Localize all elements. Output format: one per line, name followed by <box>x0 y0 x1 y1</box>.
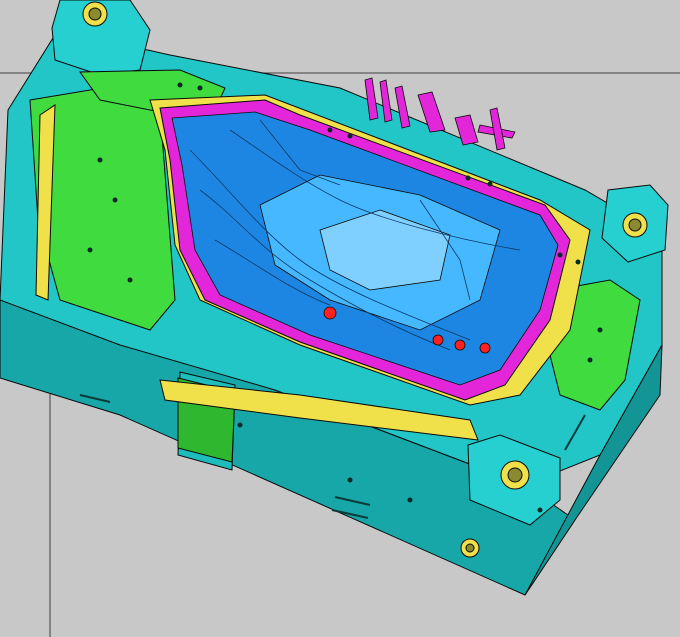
cad-viewport[interactable] <box>0 0 680 637</box>
mold-model-canvas[interactable] <box>0 0 680 637</box>
marker-red-4 <box>479 342 491 354</box>
marker-red-2 <box>432 334 444 346</box>
marker-red-1 <box>323 306 337 320</box>
marker-red-3 <box>454 339 466 351</box>
